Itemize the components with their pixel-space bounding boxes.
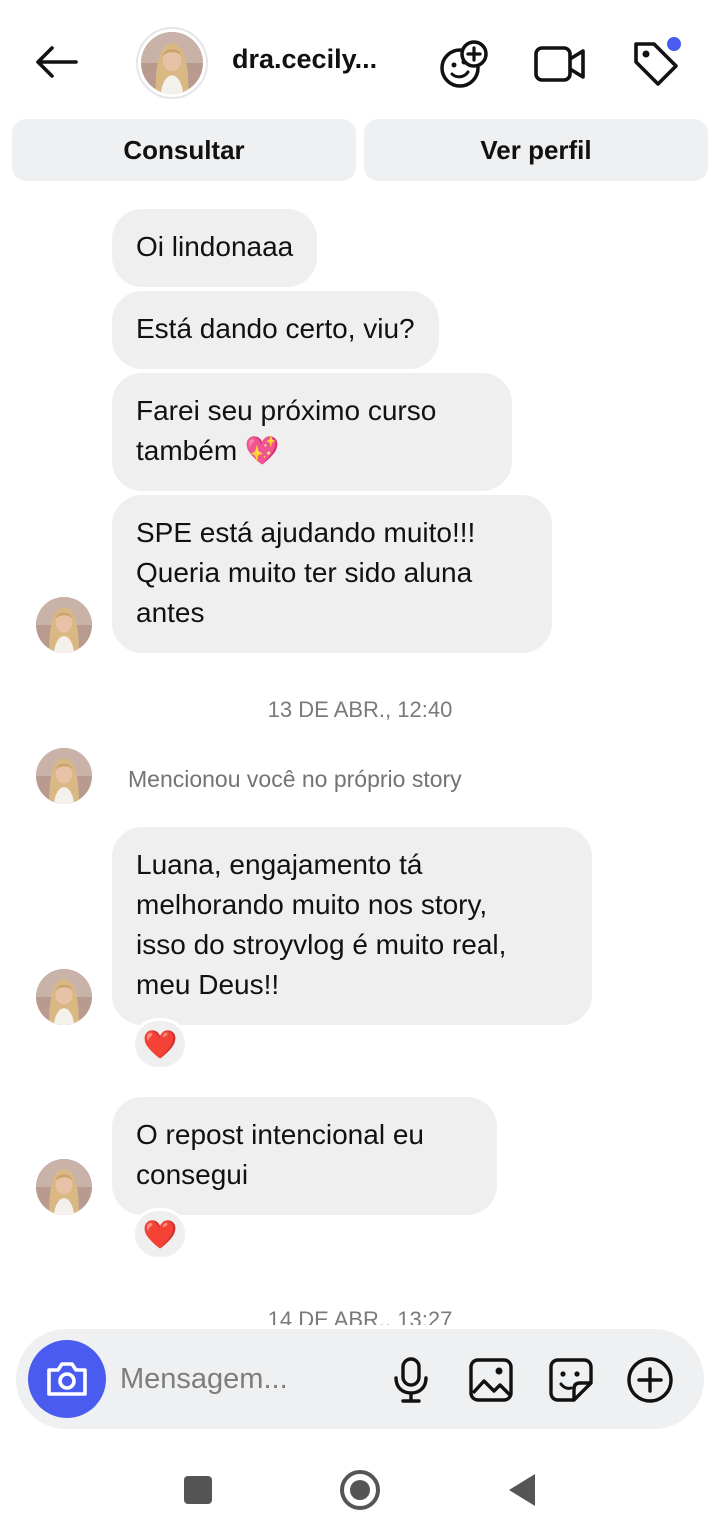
- story-mention-text[interactable]: Mencionou você no próprio story: [128, 766, 462, 793]
- heart-reaction[interactable]: ❤️: [132, 1018, 188, 1070]
- message-text: melhorando muito nos story,: [136, 889, 488, 920]
- message-bubble[interactable]: Farei seu próximo curso também 💖: [112, 373, 512, 491]
- message-text: Luana, engajamento tá: [136, 849, 423, 880]
- microphone-icon[interactable]: [386, 1355, 436, 1405]
- gallery-icon[interactable]: [466, 1355, 516, 1405]
- tag-icon[interactable]: [628, 36, 684, 92]
- message-thread[interactable]: Oi lindonaaa Está dando certo, viu? Fare…: [0, 190, 720, 1325]
- username[interactable]: dra.cecily...: [232, 44, 392, 75]
- back-icon[interactable]: [500, 1468, 544, 1512]
- message-text: Está dando certo, viu?: [136, 313, 415, 344]
- message-text: antes: [136, 597, 205, 628]
- message-bubble[interactable]: O repost intencional eu consegui: [112, 1097, 497, 1215]
- message-composer: [16, 1329, 704, 1429]
- avatar[interactable]: [36, 748, 92, 804]
- recent-apps-icon[interactable]: [176, 1468, 220, 1512]
- message-text: Oi lindonaaa: [136, 231, 294, 262]
- video-call-icon[interactable]: [532, 36, 588, 92]
- message-text: consegui: [136, 1159, 249, 1190]
- chat-header: dra.cecily...: [0, 0, 720, 118]
- sticker-icon[interactable]: [546, 1355, 596, 1405]
- add-emoji-icon[interactable]: [436, 36, 492, 92]
- message-text: SPE está ajudando muito!!!: [136, 517, 476, 548]
- avatar[interactable]: [36, 969, 92, 1025]
- message-text: O repost intencional eu: [136, 1119, 424, 1150]
- notification-dot: [667, 37, 681, 51]
- message-text: Queria muito ter sido aluna: [136, 557, 473, 588]
- message-bubble[interactable]: Luana, engajamento tá melhorando muito n…: [112, 827, 592, 1025]
- avatar[interactable]: [36, 597, 92, 653]
- home-icon[interactable]: [338, 1468, 382, 1512]
- message-text: meu Deus!!: [136, 969, 280, 1000]
- plus-icon[interactable]: [625, 1355, 675, 1405]
- heart-reaction[interactable]: ❤️: [132, 1208, 188, 1260]
- back-arrow-icon[interactable]: [28, 38, 84, 86]
- camera-icon[interactable]: [28, 1340, 106, 1418]
- message-bubble[interactable]: Está dando certo, viu?: [112, 291, 439, 369]
- message-text: Farei seu próximo curso: [136, 395, 437, 426]
- message-text: também 💖: [136, 435, 280, 466]
- view-profile-button[interactable]: Ver perfil: [364, 119, 708, 181]
- message-bubble[interactable]: Oi lindonaaa: [112, 209, 318, 287]
- avatar[interactable]: [136, 27, 208, 99]
- system-navigation-bar: [0, 1440, 720, 1538]
- message-text: isso do stroyvlog é muito real,: [136, 929, 507, 960]
- message-bubble[interactable]: SPE está ajudando muito!!! Queria muito …: [112, 495, 552, 653]
- avatar[interactable]: [36, 1159, 92, 1215]
- message-input[interactable]: [120, 1357, 380, 1401]
- timestamp: 13 DE ABR., 12:40: [267, 697, 453, 722]
- timestamp: 14 DE ABR., 13:27: [267, 1307, 453, 1325]
- consult-button[interactable]: Consultar: [12, 119, 356, 181]
